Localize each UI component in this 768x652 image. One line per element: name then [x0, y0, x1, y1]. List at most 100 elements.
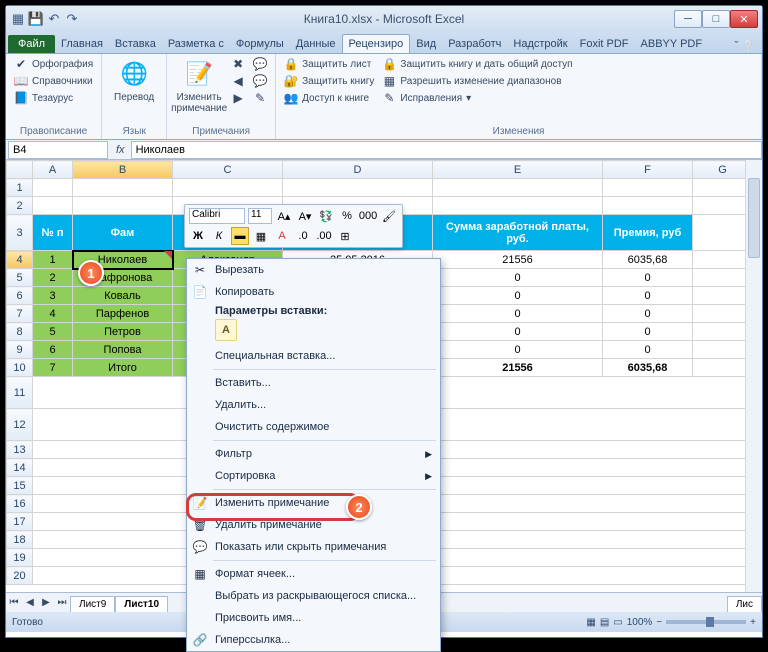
mini-font-select[interactable]: Calibri — [189, 208, 245, 224]
next-comment-rb[interactable]: ▶ — [229, 90, 247, 106]
vertical-scrollbar[interactable] — [745, 160, 762, 592]
format-painter-icon[interactable]: 🖌 — [380, 207, 398, 225]
formula-input[interactable]: Николаев — [131, 141, 762, 159]
row-6[interactable]: 6 — [7, 287, 33, 305]
ctx-filter[interactable]: Фильтр▶ — [187, 443, 440, 465]
cell-F8[interactable]: 0 — [603, 323, 693, 341]
hdr-name[interactable]: Фам — [73, 215, 173, 251]
cell-A9[interactable]: 6 — [33, 341, 73, 359]
percent-icon[interactable]: % — [338, 207, 356, 225]
cell-E10[interactable]: 21556 — [433, 359, 603, 377]
zoom-level[interactable]: 100% — [627, 617, 653, 628]
row-17[interactable]: 17 — [7, 513, 33, 531]
select-all-corner[interactable] — [7, 161, 33, 179]
row-11[interactable]: 11 — [7, 377, 33, 409]
sheet-nav-prev[interactable]: ◀ — [22, 597, 38, 608]
delete-comment-rb[interactable]: ✖ — [229, 56, 247, 72]
save-icon[interactable]: 💾 — [28, 11, 44, 27]
show-comment-rb[interactable]: 💬 — [251, 56, 269, 72]
row-5[interactable]: 5 — [7, 269, 33, 287]
cell-B6[interactable]: Коваль — [73, 287, 173, 305]
cell-A5[interactable]: 2 — [33, 269, 73, 287]
decrease-decimal-icon[interactable]: .0 — [294, 227, 312, 245]
ctx-cut[interactable]: ✂Вырезать — [187, 259, 440, 281]
col-E[interactable]: E — [433, 161, 603, 179]
protect-book-button[interactable]: 🔐Защитить книгу — [282, 73, 376, 89]
cell-A4[interactable]: 1 — [33, 251, 73, 269]
row-3[interactable]: 3 — [7, 215, 33, 251]
row-18[interactable]: 18 — [7, 531, 33, 549]
tab-layout[interactable]: Разметка с — [162, 35, 230, 53]
row-15[interactable]: 15 — [7, 477, 33, 495]
shrink-font-icon[interactable]: A▾ — [296, 207, 314, 225]
view-layout-icon[interactable]: ▤ — [600, 617, 609, 628]
row-16[interactable]: 16 — [7, 495, 33, 513]
protect-share-button[interactable]: 🔒Защитить книгу и дать общий доступ — [380, 56, 574, 72]
cell-A8[interactable]: 5 — [33, 323, 73, 341]
tab-foxit[interactable]: Foxit PDF — [574, 35, 635, 53]
row-14[interactable]: 14 — [7, 459, 33, 477]
show-ink-rb[interactable]: ✎ — [251, 90, 269, 106]
allow-ranges-button[interactable]: ▦Разрешить изменение диапазонов — [380, 73, 574, 89]
tab-file[interactable]: Файл — [8, 35, 55, 53]
italic-icon[interactable]: К — [210, 227, 228, 245]
comma-icon[interactable]: 000 — [359, 207, 377, 225]
col-B[interactable]: B — [73, 161, 173, 179]
ctx-insert[interactable]: Вставить... — [187, 372, 440, 394]
cell-E4[interactable]: 21556 — [433, 251, 603, 269]
cell-E9[interactable]: 0 — [433, 341, 603, 359]
col-C[interactable]: C — [173, 161, 283, 179]
hdr-bonus[interactable]: Премия, руб — [603, 215, 693, 251]
cell-F7[interactable]: 0 — [603, 305, 693, 323]
ctx-dropdown[interactable]: Выбрать из раскрывающегося списка... — [187, 585, 440, 607]
undo-icon[interactable]: ↶ — [46, 11, 62, 27]
ctx-toggle-comment[interactable]: 💬Показать или скрыть примечания — [187, 536, 440, 558]
name-box[interactable]: B4 — [8, 141, 108, 159]
row-10[interactable]: 10 — [7, 359, 33, 377]
spelling-button[interactable]: ✔Орфография — [12, 56, 95, 72]
col-G[interactable]: G — [693, 161, 753, 179]
minimize-button[interactable]: ─ — [674, 10, 702, 28]
row-7[interactable]: 7 — [7, 305, 33, 323]
font-color-icon[interactable]: A — [273, 227, 291, 245]
zoom-slider[interactable] — [666, 620, 746, 624]
minimize-ribbon-icon[interactable]: ˇ — [735, 40, 739, 53]
ctx-paste-special[interactable]: Специальная вставка... — [187, 345, 440, 367]
sheet-nav-first[interactable]: ⏮ — [6, 597, 22, 608]
tab-review[interactable]: Рецензиро — [342, 34, 411, 53]
close-button[interactable]: ✕ — [730, 10, 758, 28]
cell-B9[interactable]: Попова — [73, 341, 173, 359]
zoom-out-button[interactable]: − — [656, 617, 662, 628]
ctx-edit-comment[interactable]: 📝Изменить примечание — [187, 492, 440, 514]
sheet-tab-partial[interactable]: Лис — [727, 596, 762, 612]
mini-size-select[interactable]: 11 — [248, 208, 272, 224]
sheet-nav-last[interactable]: ⏭ — [54, 597, 70, 608]
cell-F4[interactable]: 6035,68 — [603, 251, 693, 269]
cell-F6[interactable]: 0 — [603, 287, 693, 305]
ctx-format[interactable]: ▦Формат ячеек... — [187, 563, 440, 585]
track-changes-button[interactable]: ✎Исправления ▾ — [380, 90, 574, 106]
cell-F5[interactable]: 0 — [603, 269, 693, 287]
protect-sheet-button[interactable]: 🔒Защитить лист — [282, 56, 376, 72]
help-icon[interactable]: ❔ — [742, 40, 756, 53]
row-19[interactable]: 19 — [7, 549, 33, 567]
tab-abbyy[interactable]: ABBYY PDF — [635, 35, 709, 53]
cell-B8[interactable]: Петров — [73, 323, 173, 341]
col-A[interactable]: A — [33, 161, 73, 179]
maximize-button[interactable]: □ — [702, 10, 730, 28]
merge-icon[interactable]: ⊞ — [336, 227, 354, 245]
view-break-icon[interactable]: ▭ — [613, 617, 622, 628]
prev-comment-rb[interactable]: ◀ — [229, 73, 247, 89]
sheet-nav-next[interactable]: ▶ — [38, 597, 54, 608]
paste-option-default[interactable]: A — [215, 319, 237, 341]
row-12[interactable]: 12 — [7, 409, 33, 441]
tab-view[interactable]: Вид — [410, 35, 442, 53]
zoom-in-button[interactable]: + — [750, 617, 756, 628]
redo-icon[interactable]: ↷ — [64, 11, 80, 27]
ctx-hyperlink[interactable]: 🔗Гиперссылка... — [187, 629, 440, 651]
cell-A6[interactable]: 3 — [33, 287, 73, 305]
sheet-tab-9[interactable]: Лист9 — [70, 596, 115, 612]
cell-B10[interactable]: Итого — [73, 359, 173, 377]
edit-comment-button[interactable]: 📝Изменить примечание — [173, 56, 225, 116]
ctx-name[interactable]: Присвоить имя... — [187, 607, 440, 629]
